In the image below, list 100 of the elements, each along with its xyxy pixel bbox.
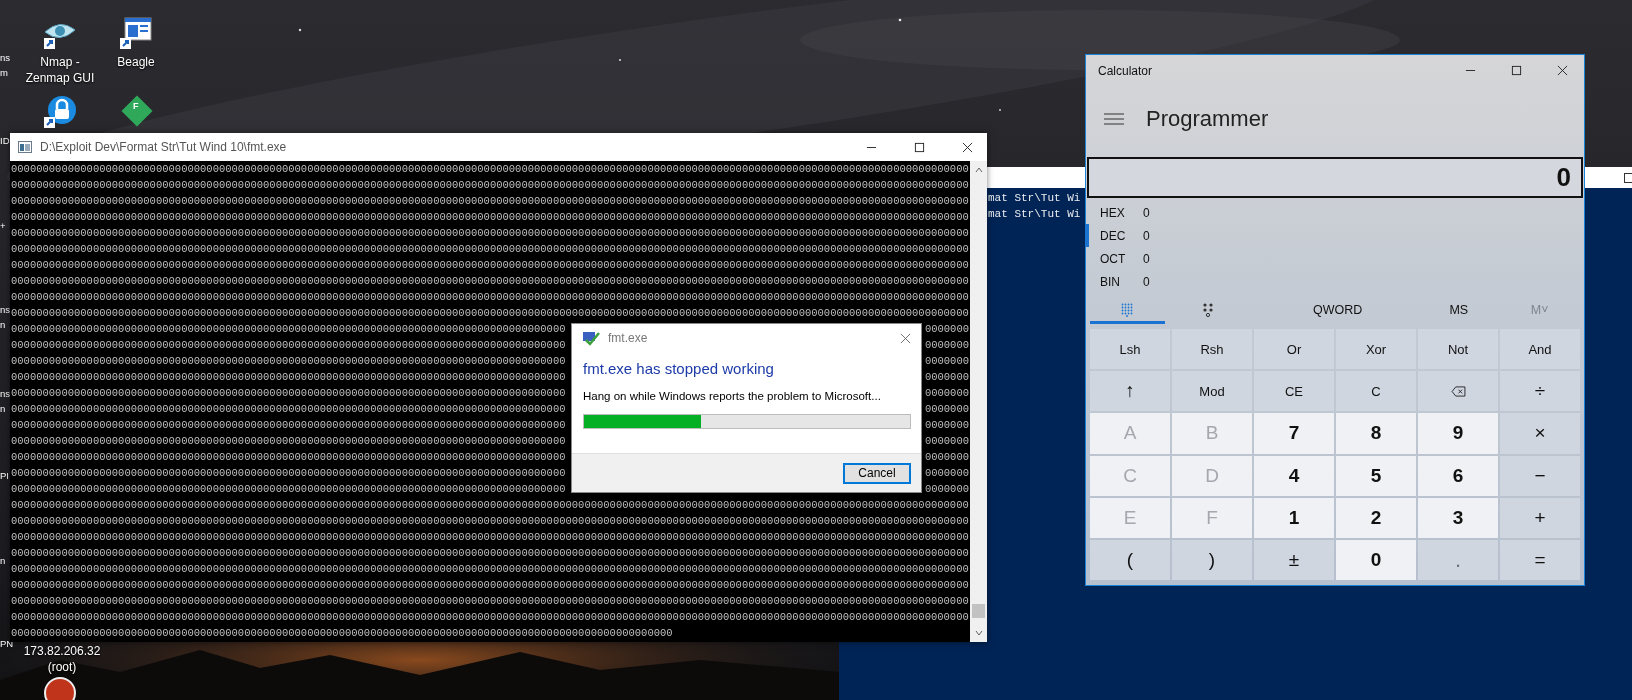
desktop-label[interactable]: ID [0,133,10,148]
radix-row[interactable]: HEX 0 [1085,201,1584,224]
lock-icon[interactable] [43,95,77,129]
console-text: 00000000000000000000000000000000000000000000000000000000000000000000000000000000000000000000000000000000000000000000000000000000000000000000000000000000 [11,178,969,193]
console-text: 0000000000000000000000000000000000000000000000000000000000000000000000000000000000000000 [11,418,566,433]
key-button[interactable]: 8 [1336,413,1416,454]
key-button[interactable]: − [1500,455,1580,496]
console-text: 0000000000000000000000000000000000000000000000000000000000000000000000000000000000000000 [11,338,566,353]
console-text: 0000000000000000000000000000000000000000000000000000000000000000000000000000000000000000 [11,434,566,449]
key-button[interactable]: Or [1254,329,1334,370]
scrollbar[interactable] [970,161,987,642]
close-icon[interactable] [1557,65,1568,76]
key-button[interactable]: C [1336,371,1416,412]
key-button[interactable]: 6 [1418,455,1498,496]
key-button[interactable]: Not [1418,329,1498,370]
desktop-label[interactable]: n [0,553,6,568]
desktop-label[interactable]: PN [0,636,14,651]
console-text: 00000000000000000000000000000000000000000000000000000000000000000000000000000000000000000000000000000000000000000000000000000000000000000000000000000000 [11,210,969,225]
console-text: 0000000 [924,354,969,369]
console-text: 0000000 [924,418,969,433]
console-text: 0000000000000000000000000000000000000000000000000000000000000000000000000000000000000000 [11,402,566,417]
console-text: 00000000000000000000000000000000000000000000000000000000000000000000000000000000000000000000000000000000000000000000000000000000000000000000000000000000 [11,546,969,561]
desktop-label[interactable]: (root) [47,659,77,675]
maximize-icon[interactable] [1624,172,1632,183]
desktop-label[interactable]: n [0,401,11,416]
menu-icon[interactable] [1104,111,1124,126]
console-icon [18,141,32,153]
desktop-label[interactable]: ns [0,302,11,317]
key-button[interactable]: = [1500,539,1580,580]
radix-row[interactable]: OCT 0 [1085,247,1584,270]
console-text: 0000000000000000000000000000000000000000000000000000000000000000000000000000000000000000 [11,370,566,385]
key-button[interactable]: 4 [1254,455,1334,496]
keypad-icon[interactable] [1121,302,1134,317]
desktop-label[interactable]: PI [0,468,9,483]
key-button[interactable]: And [1500,329,1580,370]
key-button[interactable]: ÷ [1500,371,1580,412]
console-text: 0000000 [924,482,969,497]
key-button[interactable]: Rsh [1172,329,1252,370]
key-button[interactable]: Lsh [1090,329,1170,370]
radix-row[interactable]: DEC 0 [1085,224,1584,247]
console-text: 00000000000000000000000000000000000000000000000000000000000000000000000000000000000000000000000000000000000000000000000000000000000000000000000000000000 [11,514,969,529]
key-button[interactable]: × [1500,413,1580,454]
desktop-label[interactable]: 173.82.206.32 [23,643,101,659]
desktop-label[interactable]: n [0,317,11,332]
desktop-label[interactable]: ns [0,386,11,401]
desktop-label[interactable]: + [0,218,6,233]
console-text: 00000000000000000000000000000000000000000000000000000000000000000000000000000000000000000000000000000000000000000000000000000000000000000000000000000000 [11,162,969,177]
icon-label[interactable]: Nmap - Zenmap GUI [22,54,98,86]
console-text: mat Str\Tut Wi [988,207,1081,222]
key-button[interactable]: 0 [1336,539,1416,580]
key-button[interactable]: ↑ [1090,371,1170,412]
console-text: 00000000000000000000000000000000000000000000000000000000000000000000000000000000000000000000000000000000000000000000000000000000000000000000000000000000 [11,242,969,257]
console-text: 0000000000000000000000000000000000000000000000000000000000000000000000000000000000000000 [11,450,566,465]
key-button[interactable]: 3 [1418,497,1498,538]
maximize-icon[interactable] [914,141,925,153]
desktop-label[interactable]: m [0,65,11,80]
console-text: 00000000000000000000000000000000000000000000000000000000000000000000000000000000000000000000000000000000000000000000000000000000000000000000000000000000 [11,530,969,545]
console-text: 00000000000000000000000000000000000000000000000000000000000000000000000000000000000000000000000000000000000000000000000000000000000000000000000000000000 [11,306,969,321]
key-button[interactable]: Mod [1172,371,1252,412]
console-text: 000000000000000000000000000000000000000000000000000000000000000000000000000000000000000000000000000000000 [11,626,673,641]
window-title: D:\Exploit Dev\Format Str\Tut Wind 10\fmt.exe [40,140,287,154]
console-text: 0000000000000000000000000000000000000000000000000000000000000000000000000000000000000000 [11,482,566,497]
console-text: 0000000 [924,466,969,481]
console-text: 00000000000000000000000000000000000000000000000000000000000000000000000000000000000000000000000000000000000000000000000000000000000000000000000000000000 [11,274,969,289]
key-button[interactable]: ) [1172,539,1252,580]
console-text: 00000000000000000000000000000000000000000000000000000000000000000000000000000000000000000000000000000000000000000000000000000000000000000000000000000000 [11,290,969,305]
console-text: 00000000000000000000000000000000000000000000000000000000000000000000000000000000000000000000000000000000000000000000000000000000000000000000000000000000 [11,194,969,209]
scroll-up-icon[interactable] [973,165,984,175]
window-icon[interactable] [119,16,153,50]
console-text: 00000000000000000000000000000000000000000000000000000000000000000000000000000000000000000000000000000000000000000000000000000000000000000000000000000000 [11,226,969,241]
scroll-down-icon[interactable] [973,628,984,638]
console-text: 00000000000000000000000000000000000000000000000000000000000000000000000000000000000000000000000000000000000000000000000000000000000000000000000000000000 [11,498,969,513]
word-size-button[interactable]: QWORD [1256,298,1419,324]
dialog-heading: fmt.exe has stopped working [583,360,775,377]
memory-button[interactable]: MS [1418,298,1500,324]
key-button[interactable]: Xor [1336,329,1416,370]
icon-label[interactable]: Beagle [98,54,174,70]
backspace-icon[interactable] [1450,385,1466,397]
close-icon[interactable] [962,141,973,153]
result-display: 0 [1087,157,1583,198]
key-button[interactable]: ± [1254,539,1334,580]
console-text: 0000000 [924,338,969,353]
console-text: 00000000000000000000000000000000000000000000000000000000000000000000000000000000000000000000000000000000000000000000000000000000000000000000000000000000 [11,610,969,625]
key-button[interactable]: + [1500,497,1580,538]
key-button[interactable]: 7 [1254,413,1334,454]
key-button[interactable]: ( [1090,539,1170,580]
key-button[interactable]: 1 [1254,497,1334,538]
console-text: 0000000 [924,322,969,337]
dialog-message: Hang on while Windows reports the problem to Microsoft... [583,390,882,402]
cancel-button[interactable]: Cancel [843,462,911,484]
radix-row[interactable]: BIN 0 [1085,270,1584,293]
key-button[interactable]: 9 [1418,413,1498,454]
dots-icon[interactable] [1202,302,1215,317]
key-button[interactable]: CE [1254,371,1334,412]
maximize-icon[interactable] [1511,65,1522,76]
shield-check-icon [582,330,600,346]
key-button[interactable]: 2 [1336,497,1416,538]
scroll-thumb[interactable] [972,604,985,618]
desktop-label[interactable]: ns [0,50,11,65]
key-button[interactable]: 5 [1336,455,1416,496]
